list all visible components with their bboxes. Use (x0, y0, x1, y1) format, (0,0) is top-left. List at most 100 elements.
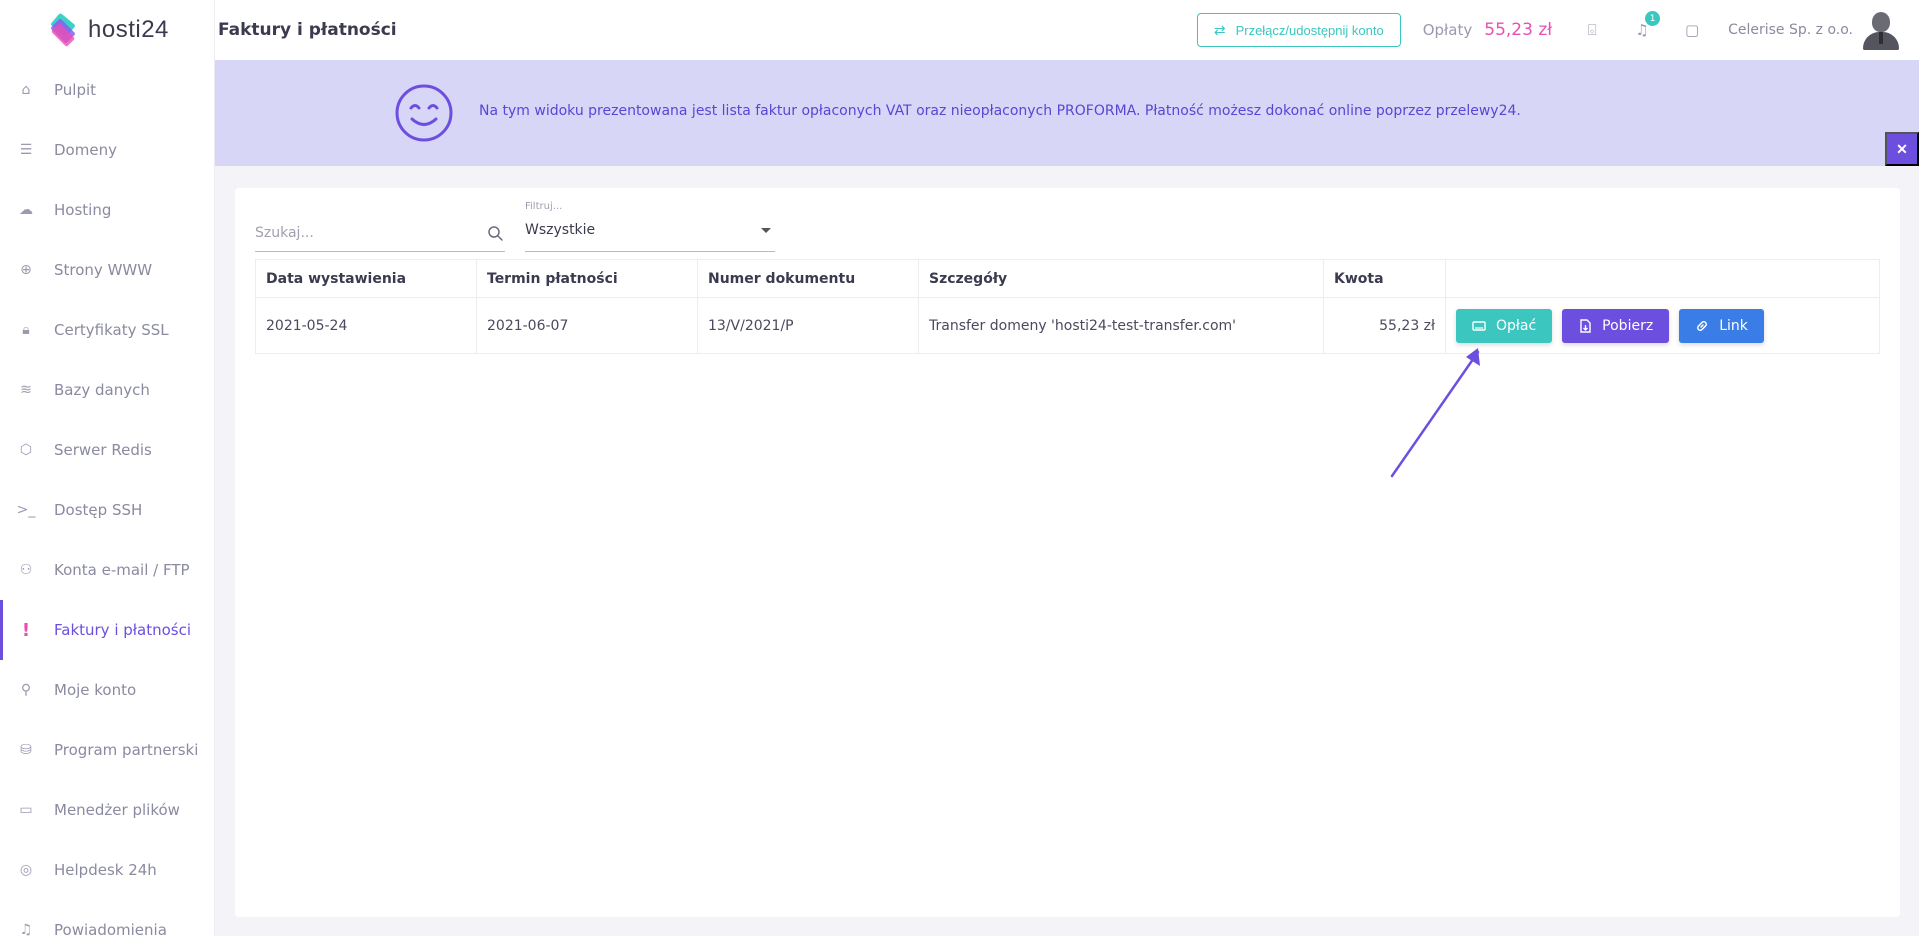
banner-message: Na tym widoku prezentowana jest lista fa… (479, 103, 1521, 119)
sidebar-item-label: Hosting (54, 201, 112, 219)
sidebar-item-label: Strony WWW (54, 261, 153, 279)
filter-select[interactable]: Filtruj... Wszystkie (525, 196, 775, 252)
logo[interactable]: hosti24 (0, 0, 214, 60)
swap-icon: ⇄ (1213, 21, 1226, 38)
search-field (255, 216, 505, 252)
filter-label: Filtruj... (525, 201, 563, 212)
avatar[interactable] (1863, 10, 1899, 50)
user-icon: ⚲ (20, 682, 32, 698)
sidebar-item-label: Bazy danych (54, 381, 150, 399)
card-icon (1472, 320, 1486, 331)
lifebuoy-icon: ◎ (19, 862, 33, 878)
link-icon (1697, 320, 1708, 331)
chevron-down-icon (761, 228, 771, 233)
company-name[interactable]: Celerise Sp. z o.o. (1728, 22, 1853, 38)
notification-badge: 1 (1645, 11, 1661, 26)
sidebar-item-label: Serwer Redis (54, 441, 152, 459)
column-header-due-date[interactable]: Termin płatności (476, 259, 698, 298)
pay-label: Opłać (1496, 317, 1537, 334)
globe-icon: ⊕ (20, 262, 32, 278)
search-icon[interactable] (487, 225, 503, 241)
sidebar-item-label: Domeny (54, 141, 117, 159)
cart-icon[interactable]: ⌺ (1582, 20, 1602, 40)
cell-actions: Opłać Pobierz Link (1445, 297, 1880, 354)
search-input[interactable] (255, 216, 475, 250)
table-header-row: Data wystawienia Termin płatności Numer … (255, 259, 1880, 298)
sidebar-item-label: Faktury i płatności (54, 621, 192, 639)
sidebar-item-email-ftp[interactable]: ⚇ Konta e-mail / FTP (0, 540, 214, 600)
sidebar-item-helpdesk[interactable]: ◎ Helpdesk 24h (0, 840, 214, 900)
sidebar-item-label: Powiadomienia (54, 921, 167, 936)
download-button[interactable]: Pobierz (1562, 308, 1670, 343)
sidebar-item-label: Certyfikaty SSL (54, 321, 169, 339)
logo-text: hosti24 (88, 16, 169, 43)
folder-icon: ▭ (19, 802, 33, 818)
sidebar-item-faktury[interactable]: ! Faktury i płatności (0, 600, 214, 660)
box-icon: ⬡ (19, 442, 33, 458)
sidebar-item-powiadomienia[interactable]: ♫ Powiadomienia (0, 900, 214, 936)
sidebar-item-label: Helpdesk 24h (54, 861, 157, 879)
filter-value: Wszystkie (525, 222, 596, 238)
pay-button[interactable]: Opłać (1456, 308, 1553, 343)
top-header: Faktury i płatności ⇄ Przełącz/udostępni… (215, 0, 1919, 60)
partner-icon: ⛁ (20, 742, 32, 758)
terminal-icon: >_ (16, 502, 36, 518)
sidebar-item-pulpit[interactable]: ⌂ Pulpit (0, 60, 214, 120)
sidebar-item-ssl[interactable]: 🔒︎ Certyfikaty SSL (0, 300, 214, 360)
sidebar-item-domeny[interactable]: ☰ Domeny (0, 120, 214, 180)
close-icon: ✕ (1896, 140, 1908, 157)
chat-icon[interactable]: ▢ (1682, 20, 1702, 40)
sidebar-item-label: Program partnerski (54, 741, 199, 759)
fees-label: Opłaty (1422, 21, 1473, 39)
file-download-icon (1580, 318, 1591, 333)
exclamation-icon: ! (21, 619, 31, 641)
sidebar-nav: ⌂ Pulpit ☰ Domeny ☁ Hosting ⊕ Strony WWW 🔒︎ C… (0, 60, 214, 936)
page-title: Faktury i płatności (218, 20, 397, 40)
sidebar-item-ssh[interactable]: >_ Dostęp SSH (0, 480, 214, 540)
sidebar-item-label: Menedżer plików (54, 801, 180, 819)
sidebar-item-moje-konto[interactable]: ⚲ Moje konto (0, 660, 214, 720)
column-header-amount[interactable]: Kwota (1323, 259, 1446, 298)
column-header-doc-number[interactable]: Numer dokumentu (697, 259, 919, 298)
list-icon: ☰ (19, 142, 33, 158)
sidebar-item-hosting[interactable]: ☁ Hosting (0, 180, 214, 240)
sidebar-item-label: Moje konto (54, 681, 137, 699)
column-header-issue-date[interactable]: Data wystawienia (255, 259, 477, 298)
header-actions: ⇄ Przełącz/udostępnij konto Opłaty 55,23… (1196, 0, 1919, 60)
invoices-card: Filtruj... Wszystkie Data wystawienia Te… (235, 188, 1900, 917)
sidebar-item-label: Pulpit (54, 81, 97, 99)
bell-icon: ♫ (19, 922, 33, 936)
sidebar-item-label: Dostęp SSH (54, 501, 143, 519)
notifications-button[interactable]: ♫ 1 (1632, 11, 1661, 40)
download-label: Pobierz (1602, 317, 1654, 334)
sidebar-item-label: Konta e-mail / FTP (54, 561, 190, 579)
table-row: 2021-05-24 2021-06-07 13/V/2021/P Transf… (255, 297, 1880, 354)
column-header-details[interactable]: Szczegóły (918, 259, 1324, 298)
sidebar-item-redis[interactable]: ⬡ Serwer Redis (0, 420, 214, 480)
switch-account-label: Przełącz/udostępnij konto (1235, 22, 1384, 38)
database-icon: ≋ (20, 382, 32, 398)
lock-icon: 🔒︎ (22, 322, 30, 338)
cell-due-date: 2021-06-07 (476, 297, 698, 354)
sidebar-item-strony-www[interactable]: ⊕ Strony WWW (0, 240, 214, 300)
logo-icon (48, 12, 80, 48)
users-icon: ⚇ (19, 562, 33, 578)
invoices-table: Data wystawienia Termin płatności Numer … (255, 259, 1880, 354)
annotation-arrow-icon (1390, 348, 1480, 478)
home-icon: ⌂ (21, 82, 31, 98)
cloud-icon: ☁ (19, 202, 33, 218)
close-banner-button[interactable]: ✕ (1885, 132, 1919, 166)
switch-account-button[interactable]: ⇄ Przełącz/udostępnij konto (1196, 13, 1401, 47)
fees-value[interactable]: 55,23 zł (1484, 20, 1552, 40)
sidebar-item-bazy-danych[interactable]: ≋ Bazy danych (0, 360, 214, 420)
smile-icon (395, 84, 453, 142)
column-header-actions (1445, 259, 1880, 298)
cell-details: Transfer domeny 'hosti24-test-transfer.c… (918, 297, 1324, 354)
sidebar: hosti24 ⌂ Pulpit ☰ Domeny ☁ Hosting ⊕ Strony… (0, 0, 215, 936)
link-button[interactable]: Link (1679, 308, 1764, 343)
link-label: Link (1719, 317, 1748, 334)
cell-doc-number: 13/V/2021/P (697, 297, 919, 354)
cell-issue-date: 2021-05-24 (255, 297, 477, 354)
sidebar-item-menedzer-plikow[interactable]: ▭ Menedżer plików (0, 780, 214, 840)
sidebar-item-program-partnerski[interactable]: ⛁ Program partnerski (0, 720, 214, 780)
